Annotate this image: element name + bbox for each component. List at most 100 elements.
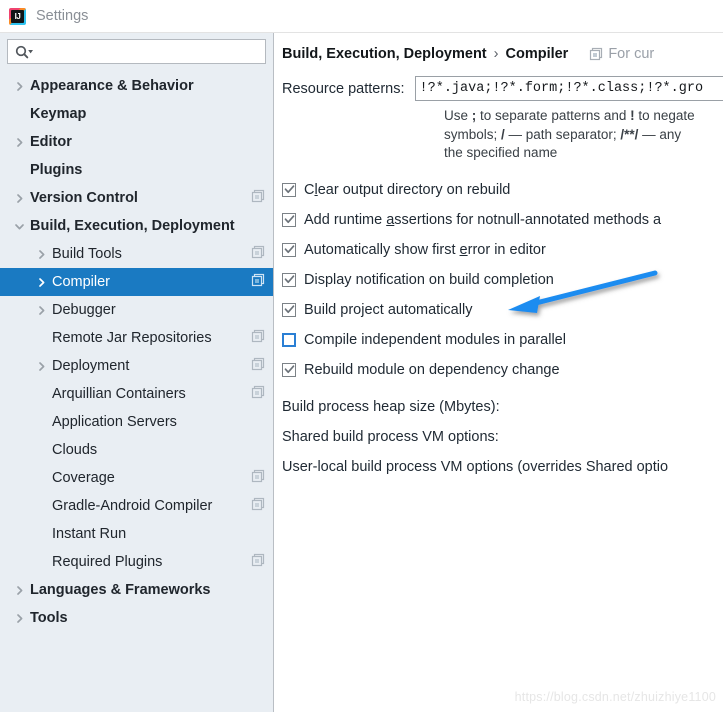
checkbox-row[interactable]: Automatically show first error in editor <box>282 235 723 265</box>
sidebar-item-keymap[interactable]: Keymap <box>0 100 273 128</box>
chevron-right-icon[interactable] <box>13 136 26 149</box>
checkbox-row[interactable]: Display notification on build completion <box>282 265 723 295</box>
sidebar-item-instant-run[interactable]: Instant Run <box>0 520 273 548</box>
chevron-right-icon[interactable] <box>13 584 26 597</box>
sidebar-item-plugins[interactable]: Plugins <box>0 156 273 184</box>
sidebar-item-label: Debugger <box>52 302 116 318</box>
chevron-right-icon[interactable] <box>35 276 48 289</box>
hint-line-1: Use ; to separate patterns and ! to nega… <box>444 108 695 123</box>
sidebar-item-label: Coverage <box>52 470 115 486</box>
breadcrumb-current: Compiler <box>505 46 569 62</box>
sidebar-item-label: Deployment <box>52 358 130 374</box>
chevron-right-icon[interactable] <box>13 80 26 93</box>
checkbox-row[interactable]: Add runtime assertions for notnull-annot… <box>282 205 723 235</box>
settings-label: Shared build process VM options: <box>282 428 499 445</box>
sidebar-item-label: Appearance & Behavior <box>30 78 194 94</box>
sidebar-item-coverage[interactable]: Coverage <box>0 464 273 492</box>
checkbox-row[interactable]: Build project automatically <box>282 295 723 325</box>
project-scope-icon <box>251 189 265 207</box>
hint-line-3: the specified name <box>444 145 558 160</box>
checkbox-checked-icon[interactable] <box>282 302 296 317</box>
project-scope-icon <box>251 273 265 291</box>
settings-sidebar: Appearance & Behavior Keymap Editor Plugins… <box>0 33 274 712</box>
breadcrumb-separator-icon: › <box>493 46 499 62</box>
sidebar-item-label: Required Plugins <box>52 554 163 570</box>
checkbox-checked-icon[interactable] <box>282 242 296 257</box>
sidebar-item-appearance-behavior[interactable]: Appearance & Behavior <box>0 72 273 100</box>
sidebar-item-label: Build Tools <box>52 246 122 262</box>
checkbox-checked-icon[interactable] <box>282 212 296 227</box>
sidebar-item-label: Tools <box>30 610 68 626</box>
sidebar-item-label: Build, Execution, Deployment <box>30 218 235 234</box>
checkbox-label: Add runtime assertions for notnull-annot… <box>304 211 662 228</box>
project-scope-icon <box>251 469 265 487</box>
checkbox-checked-icon[interactable] <box>282 272 296 287</box>
window-titlebar: IJ Settings <box>0 0 723 33</box>
checkbox-label: Rebuild module on dependency change <box>304 361 560 378</box>
chevron-right-icon[interactable] <box>13 192 26 205</box>
checkbox-checked-icon[interactable] <box>282 362 296 377</box>
search-icon[interactable] <box>15 45 34 59</box>
window-title: Settings <box>36 8 89 24</box>
checkbox-row[interactable]: Compile independent modules in parallel <box>282 325 723 355</box>
mnemonic-letter: e <box>459 241 468 258</box>
sidebar-item-label: Plugins <box>30 162 83 178</box>
chevron-right-icon[interactable] <box>35 304 48 317</box>
sidebar-item-build-execution-deployment[interactable]: Build, Execution, Deployment <box>0 212 273 240</box>
sidebar-item-build-tools[interactable]: Build Tools <box>0 240 273 268</box>
settings-detail-panel: Build, Execution, Deployment › Compiler … <box>274 33 723 712</box>
checkbox-unchecked-icon[interactable] <box>282 332 296 347</box>
sidebar-item-deployment[interactable]: Deployment <box>0 352 273 380</box>
watermark: https://blog.csdn.net/zhuizhiye1100 <box>514 690 716 704</box>
checkbox-checked-icon[interactable] <box>282 182 296 197</box>
search-container <box>0 33 273 69</box>
sidebar-item-label: Version Control <box>30 190 138 206</box>
checkbox-label: Build project automatically <box>304 301 473 318</box>
compiler-options-checklist: Clear output directory on rebuild Add run… <box>274 175 723 385</box>
sidebar-item-application-servers[interactable]: Application Servers <box>0 408 273 436</box>
checkbox-row[interactable]: Clear output directory on rebuild <box>282 175 723 205</box>
sidebar-item-remote-jar-repositories[interactable]: Remote Jar Repositories <box>0 324 273 352</box>
sidebar-item-label: Languages & Frameworks <box>30 582 211 598</box>
sidebar-item-gradle-android-compiler[interactable]: Gradle-Android Compiler <box>0 492 273 520</box>
sidebar-item-clouds[interactable]: Clouds <box>0 436 273 464</box>
chevron-right-icon[interactable] <box>35 360 48 373</box>
logo-text: IJ <box>11 9 24 23</box>
intellij-idea-logo: IJ <box>9 7 26 25</box>
project-scope-icon <box>251 497 265 515</box>
project-scope-icon <box>590 47 603 61</box>
sidebar-item-label: Keymap <box>30 106 87 122</box>
chevron-down-icon[interactable] <box>13 220 26 233</box>
sidebar-item-languages-frameworks[interactable]: Languages & Frameworks <box>0 576 273 604</box>
sidebar-item-label: Application Servers <box>52 414 177 430</box>
sidebar-item-tools[interactable]: Tools <box>0 604 273 632</box>
sidebar-item-label: Compiler <box>52 274 111 290</box>
sidebar-item-version-control[interactable]: Version Control <box>0 184 273 212</box>
settings-label: User-local build process VM options (ove… <box>282 458 669 475</box>
sidebar-item-label: Instant Run <box>52 526 127 542</box>
chevron-down-icon <box>28 49 33 53</box>
sidebar-item-label: Arquillian Containers <box>52 386 186 402</box>
sidebar-item-arquillian-containers[interactable]: Arquillian Containers <box>0 380 273 408</box>
chevron-right-icon[interactable] <box>35 248 48 261</box>
sidebar-item-compiler[interactable]: Compiler <box>0 268 273 296</box>
breadcrumb: Build, Execution, Deployment › Compiler … <box>274 33 723 62</box>
checkbox-label: Display notification on build completion <box>304 271 554 288</box>
checkbox-row[interactable]: Rebuild module on dependency change <box>282 355 723 385</box>
breadcrumb-parent[interactable]: Build, Execution, Deployment <box>282 46 487 62</box>
sidebar-item-label: Editor <box>30 134 72 150</box>
project-scope-icon <box>251 357 265 375</box>
sidebar-item-debugger[interactable]: Debugger <box>0 296 273 324</box>
sidebar-item-label: Gradle-Android Compiler <box>52 498 213 514</box>
settings-body: Appearance & Behavior Keymap Editor Plugins… <box>0 33 723 712</box>
sidebar-item-required-plugins[interactable]: Required Plugins <box>0 548 273 576</box>
sidebar-item-label: Clouds <box>52 442 98 458</box>
project-scope-note: For cur <box>589 46 654 62</box>
resource-patterns-input[interactable]: !?*.java;!?*.form;!?*.class;!?*.gro <box>414 76 723 101</box>
project-scope-icon <box>251 245 265 263</box>
project-scope-label: For cur <box>608 46 655 62</box>
search-input[interactable] <box>7 39 266 64</box>
sidebar-item-editor[interactable]: Editor <box>0 128 273 156</box>
chevron-right-icon[interactable] <box>13 612 26 625</box>
resource-patterns-hint: Use ; to separate patterns and ! to nega… <box>444 107 723 163</box>
